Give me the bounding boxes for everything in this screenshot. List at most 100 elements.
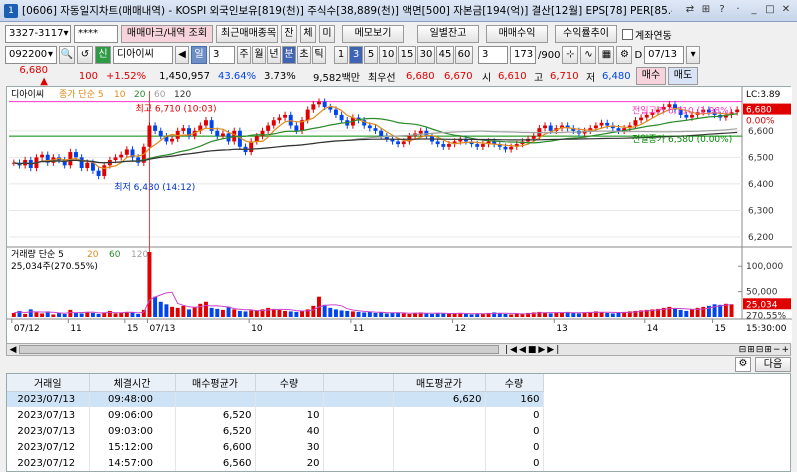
volume-bar	[136, 313, 141, 317]
stock-tag: 신	[95, 46, 111, 64]
minute-button[interactable]: 1	[334, 46, 348, 64]
memo-button[interactable]: 메모보기	[342, 25, 404, 43]
chart-panel[interactable]: 6,600 6,500 6,400 6,300 6,200 100,000 50,000 디아…	[6, 86, 792, 344]
period-buttons: 주월년분초틱	[237, 46, 326, 64]
settings-icon[interactable]: ⚙	[616, 46, 633, 64]
volume-bar	[616, 312, 621, 317]
balance-button[interactable]: 잔	[281, 25, 297, 43]
candle-body	[475, 144, 480, 147]
scroll-left-icon[interactable]: ◀	[7, 345, 19, 355]
playback-icons[interactable]: |◀◀■▶▶|	[505, 345, 561, 355]
password-field[interactable]: ****	[74, 25, 118, 43]
candle-body	[136, 157, 141, 163]
column-header[interactable]: 거래일	[7, 374, 90, 392]
account-link-checkbox[interactable]: 계좌연동	[622, 27, 672, 42]
trade-mark-button[interactable]: 매매마크/내역 조회	[121, 25, 213, 43]
volume-bar	[441, 313, 446, 317]
volume-bar	[379, 312, 384, 317]
period-button[interactable]: 틱	[312, 46, 326, 64]
close-icon[interactable]: ✕	[779, 3, 793, 17]
table-cell: 0	[485, 407, 544, 423]
prev-high-label: 전일고가 6,710 (1.98%)	[632, 106, 732, 117]
volume-bar	[503, 313, 508, 317]
chart-scrollbar[interactable]: ◀ |◀◀■▶▶| ⊟⊞⊟⊞−+	[6, 343, 791, 356]
minute-button[interactable]: 10	[379, 46, 397, 64]
link-icon[interactable]: ⇄	[683, 3, 697, 17]
table-row[interactable]: 2023/07/13 09:06:00 6,520 10 0	[7, 407, 544, 423]
page-input[interactable]: 173	[510, 46, 536, 64]
sell-button[interactable]: 매도	[668, 67, 698, 85]
table-cell: 6,600	[175, 439, 256, 455]
settings-icon[interactable]: ⚙	[735, 357, 751, 372]
trade-profit-button[interactable]: 매매수익	[486, 25, 548, 43]
candle-body	[480, 144, 485, 147]
period-button[interactable]: 월	[252, 46, 266, 64]
daily-balance-button[interactable]: 일별잔고	[417, 25, 479, 43]
column-header[interactable]: 매수평균가	[175, 374, 256, 392]
toolbar-account: 3327-3117 ▾ **** 매매마크/내역 조회 최근매매종목 잔 체 미 …	[0, 24, 797, 44]
volume-tick-label: 100,000	[746, 262, 783, 272]
count-select[interactable]: 3	[478, 46, 508, 64]
scroll-thumb[interactable]	[19, 345, 499, 354]
time-tick-label: 07/12	[14, 324, 40, 334]
period-button[interactable]: 분	[282, 46, 296, 64]
high-label: 고	[534, 72, 544, 84]
price-chart[interactable]: 6,600 6,500 6,400 6,300 6,200 100,000 50,000 디아…	[7, 87, 792, 344]
minute-button[interactable]: 60	[455, 46, 473, 64]
help-icon[interactable]: ?	[715, 3, 729, 17]
next-button[interactable]: 다음	[755, 357, 791, 372]
stock-code-input[interactable]: 092200 ▾	[5, 46, 57, 64]
calendar-icon[interactable]: ▾	[686, 46, 701, 64]
minute-button[interactable]: 5	[364, 46, 378, 64]
table-cell: 20	[255, 455, 324, 471]
column-header[interactable]: 수량	[255, 374, 324, 392]
minute-button[interactable]: 15	[398, 46, 416, 64]
return-trend-button[interactable]: 수익률추이	[555, 25, 617, 43]
quote-row: 6,680 ▲ 100 +1.52% 1,450,957 43.64% 3.73…	[0, 65, 797, 87]
prev-arrow-icon[interactable]: ◀	[175, 46, 189, 64]
volume-bar	[333, 309, 338, 317]
column-header[interactable]	[323, 374, 394, 392]
minute-button[interactable]: 3	[349, 46, 363, 64]
recent-icon[interactable]: ↺	[77, 46, 93, 64]
grid-icon[interactable]: ▦	[598, 46, 615, 64]
column-header[interactable]: 매도평균가	[393, 374, 486, 392]
volume-bar	[424, 313, 429, 317]
volume-bar	[560, 312, 564, 317]
minute-button[interactable]: 45	[436, 46, 454, 64]
column-header[interactable]: 체결시간	[89, 374, 176, 392]
current-change-tag: 0.00%	[746, 117, 775, 127]
period-button[interactable]: 년	[267, 46, 281, 64]
unfilled-button[interactable]: 미	[319, 25, 335, 43]
minimize-icon[interactable]: _	[747, 3, 761, 17]
period-day[interactable]: 일	[191, 46, 207, 64]
minute-button[interactable]: 30	[417, 46, 435, 64]
period-button[interactable]: 주	[237, 46, 251, 64]
filled-button[interactable]: 체	[300, 25, 316, 43]
time-tick-label: 07/13	[149, 324, 175, 334]
table-row[interactable]: 2023/07/13 09:48:00 6,620 160	[7, 391, 544, 407]
pin-icon[interactable]: ⊞	[699, 3, 713, 17]
candle-body	[509, 146, 514, 150]
period-button[interactable]: 초	[297, 46, 311, 64]
search-icon[interactable]: 🔍	[59, 46, 75, 64]
day-count-select[interactable]: 3	[209, 46, 235, 64]
high-price: 6,710	[550, 70, 579, 82]
buy-button[interactable]: 매수	[636, 67, 666, 85]
table-row[interactable]: 2023/07/13 09:03:00 6,520 40 0	[7, 423, 544, 439]
account-select[interactable]: 3327-3117 ▾	[5, 25, 71, 43]
recent-trades-button[interactable]: 최근매매종목	[216, 25, 278, 43]
maximize-icon[interactable]: □	[763, 3, 777, 17]
table-row[interactable]: 2023/07/12 15:12:00 6,600 30 0	[7, 439, 544, 455]
date-input[interactable]: 07/13	[644, 46, 685, 64]
column-header[interactable]: 수량	[485, 374, 544, 392]
more-icon[interactable]: ·	[731, 3, 745, 17]
zoom-icons[interactable]: ⊟⊞⊟⊞−+	[739, 345, 790, 355]
toolbar-stock: 092200 ▾ 🔍 ↺ 신 디아이씨 ◀ 일 3 주월년분초틱 1 3 5 10 15 3…	[0, 45, 797, 65]
table-cell: 6,520	[175, 407, 256, 423]
chart-tool-icon[interactable]: ⊹	[562, 46, 579, 64]
table-row[interactable]: 2023/07/12 14:57:00 6,560 20 0	[7, 455, 544, 471]
checkbox-box[interactable]	[622, 28, 633, 40]
volume-bar	[463, 313, 468, 317]
indicator-icon[interactable]: ∿	[580, 46, 597, 64]
